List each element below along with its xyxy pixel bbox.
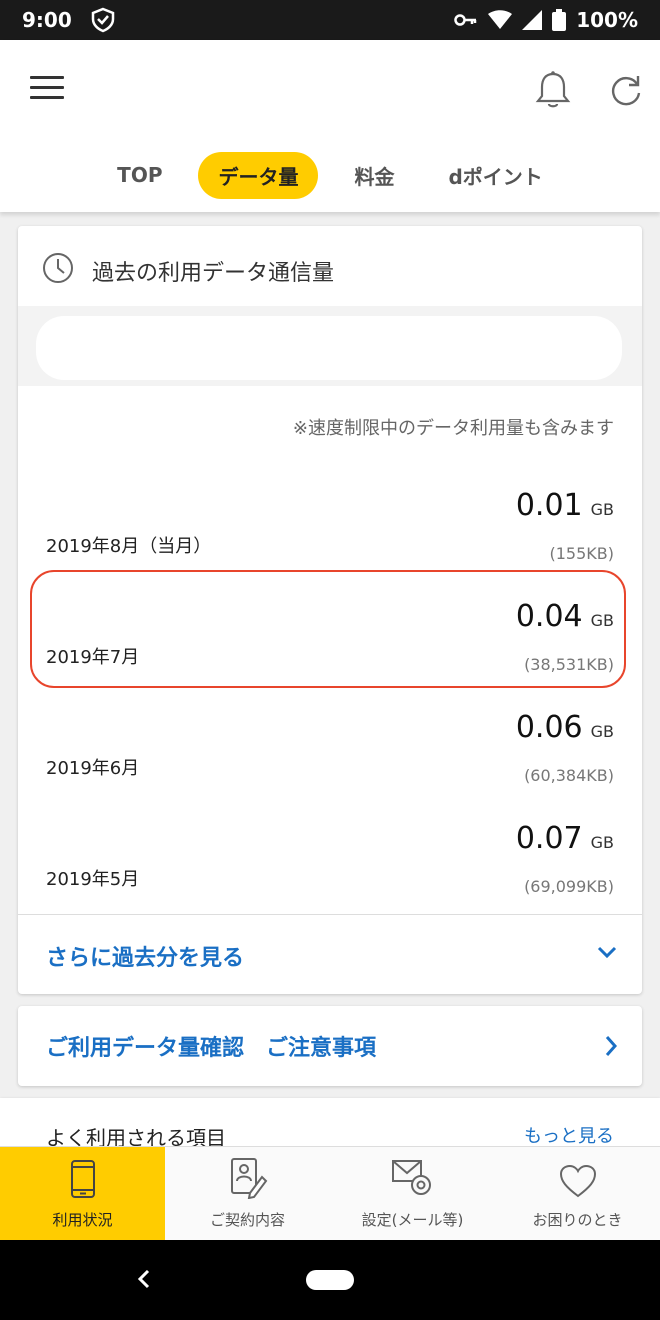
app-header: TOP データ量 料金 dポイント	[0, 40, 660, 212]
row-amount: 0.07 GB	[516, 821, 614, 856]
nav-help[interactable]: お困りのとき	[495, 1147, 660, 1240]
tab-top[interactable]: TOP	[99, 154, 180, 196]
row-amount-value: 0.07	[515, 821, 583, 856]
status-bar: 9:00 100%	[0, 0, 660, 40]
nav-contract[interactable]: ご契約内容	[165, 1147, 330, 1240]
bottom-nav: 利用状況 ご契約内容 設定(メール等) お困りのとき	[0, 1146, 660, 1240]
key-icon	[454, 12, 478, 28]
row-month: 2019年8月（当月）	[46, 536, 212, 557]
row-kb: (155KB)	[549, 544, 615, 563]
phone-icon	[69, 1159, 97, 1203]
chevron-right-icon[interactable]	[604, 1034, 618, 1062]
see-more-link[interactable]: もっと見る	[524, 1122, 614, 1148]
wifi-icon	[488, 10, 513, 30]
menu-button[interactable]	[30, 76, 64, 104]
nav-label: お困りのとき	[532, 1211, 623, 1229]
card-title: 過去の利用データ通信量	[42, 252, 334, 290]
nav-label: ご契約内容	[209, 1211, 285, 1229]
status-time: 9:00	[22, 8, 72, 32]
row-month: 2019年5月	[46, 869, 140, 890]
tab-dpoint[interactable]: dポイント	[430, 152, 560, 199]
heart-icon	[558, 1163, 598, 1203]
tab-bar: TOP データ量 料金 dポイント	[0, 151, 660, 199]
home-button[interactable]	[306, 1270, 354, 1290]
refresh-icon[interactable]	[608, 72, 644, 112]
row-amount-value: 0.01	[515, 488, 583, 523]
row-amount-value: 0.06	[515, 710, 583, 745]
tab-charges[interactable]: 料金	[336, 152, 412, 199]
usage-card-title: 過去の利用データ通信量	[92, 261, 335, 286]
chevron-down-icon[interactable]	[596, 944, 618, 963]
mail-settings-icon	[391, 1157, 435, 1203]
row-amount-unit: GB	[590, 500, 614, 519]
row-amount: 0.06 GB	[516, 710, 614, 745]
battery-percent: 100%	[576, 8, 638, 32]
highlight-annotation	[30, 570, 626, 688]
show-more-history-link[interactable]: さらに過去分を見る	[46, 940, 244, 972]
battery-icon	[552, 9, 567, 31]
row-kb: (69,099KB)	[524, 877, 614, 896]
usage-row: 2019年5月 0.07 GB (69,099KB)	[18, 813, 642, 923]
back-icon[interactable]	[136, 1268, 152, 1294]
row-amount: 0.01 GB	[516, 488, 614, 523]
row-kb: (60,384KB)	[524, 766, 614, 785]
contract-icon	[228, 1157, 268, 1203]
filter-pill[interactable]	[36, 316, 622, 380]
row-amount-unit: GB	[590, 833, 614, 852]
divider	[18, 914, 642, 915]
notice-link[interactable]: ご利用データ量確認 ご注意事項	[46, 1030, 376, 1062]
system-nav-bar	[0, 1240, 660, 1320]
clock-icon	[42, 252, 74, 290]
nav-label: 設定(メール等)	[361, 1211, 464, 1229]
nav-usage-status[interactable]: 利用状況	[0, 1147, 165, 1240]
shield-icon	[90, 7, 116, 33]
row-amount-unit: GB	[590, 722, 614, 741]
signal-icon	[522, 10, 543, 30]
notice-card[interactable]: ご利用データ量確認 ご注意事項	[18, 1006, 642, 1086]
filter-band	[18, 306, 642, 386]
bell-icon[interactable]	[534, 70, 572, 114]
row-month: 2019年6月	[46, 758, 140, 779]
tab-data-usage[interactable]: データ量	[198, 151, 319, 199]
nav-label: 利用状況	[52, 1211, 113, 1229]
usage-row: 2019年6月 0.06 GB (60,384KB)	[18, 702, 642, 812]
nav-settings-mail[interactable]: 設定(メール等)	[330, 1147, 495, 1240]
speed-limit-note: ※速度制限中のデータ利用量も含みます	[292, 418, 614, 439]
usage-history-card: 過去の利用データ通信量 ※速度制限中のデータ利用量も含みます 2019年8月（当…	[18, 226, 642, 994]
